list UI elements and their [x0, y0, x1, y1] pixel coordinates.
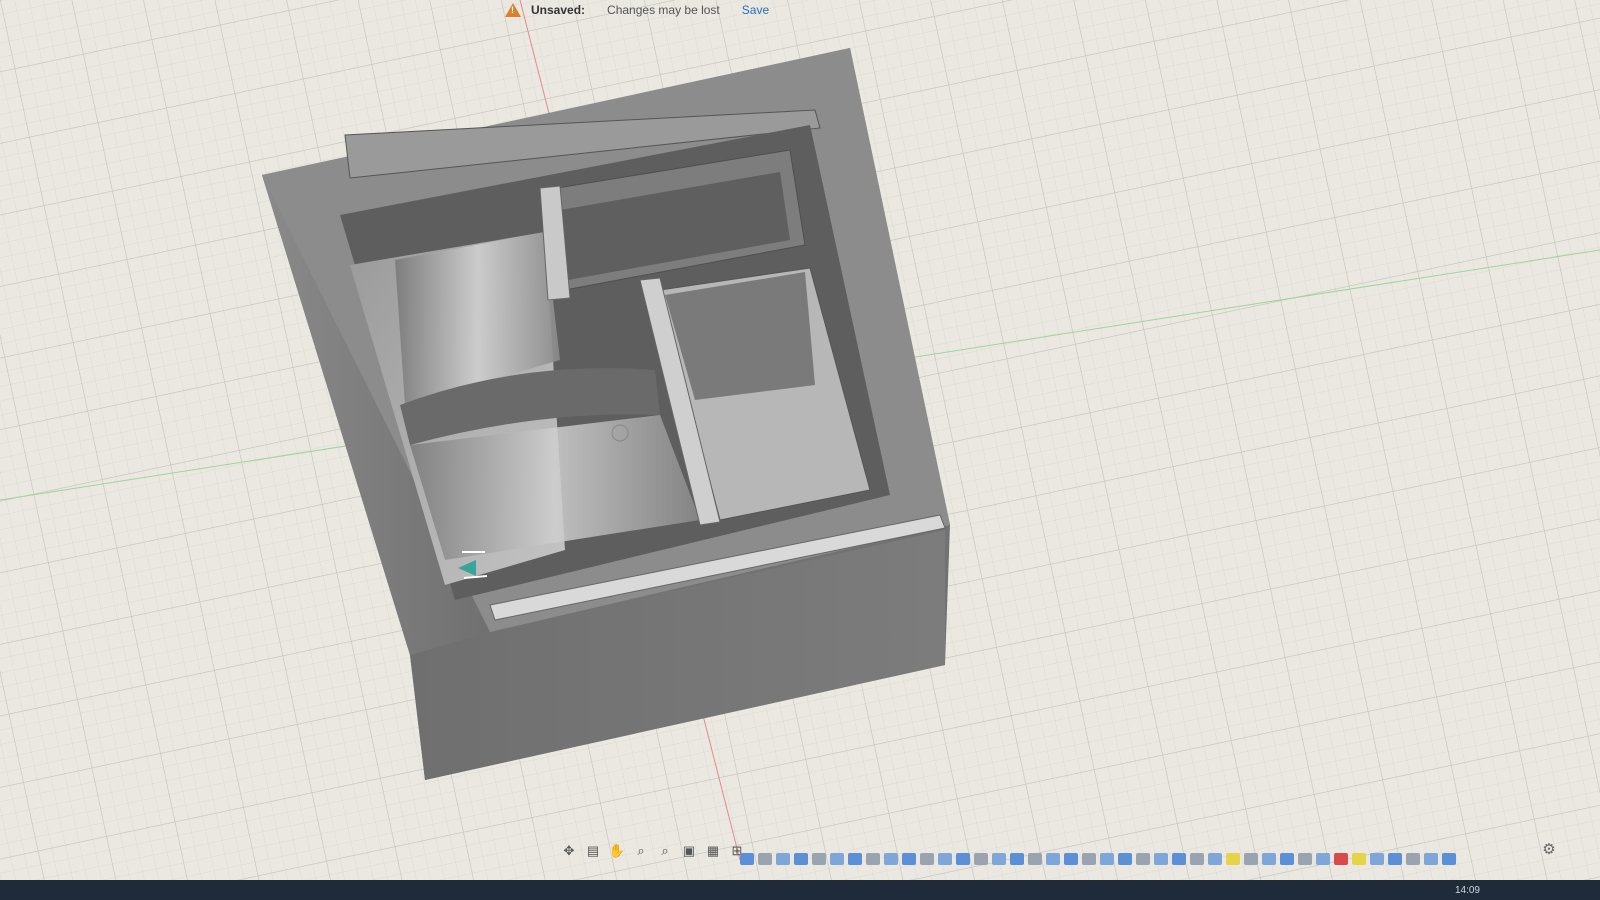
timeline-feature-icon[interactable]	[776, 853, 790, 865]
timeline-feature-icon[interactable]	[1064, 853, 1078, 865]
display-settings-icon[interactable]: ▣	[680, 843, 698, 859]
timeline-bar	[740, 848, 1460, 870]
zoom-icon[interactable]: ⌕	[632, 843, 650, 859]
timeline-feature-icon[interactable]	[740, 853, 754, 865]
timeline-feature-icon[interactable]	[1100, 853, 1114, 865]
timeline-feature-icon[interactable]	[1208, 853, 1222, 865]
design-canvas[interactable]	[0, 0, 1600, 900]
timeline-feature-icon[interactable]	[992, 853, 1006, 865]
timeline-feature-icon[interactable]	[1334, 853, 1348, 865]
timeline-feature-icon[interactable]	[1190, 853, 1204, 865]
timeline-feature-icon[interactable]	[1370, 853, 1384, 865]
timeline-feature-icon[interactable]	[974, 853, 988, 865]
timeline-feature-icon[interactable]	[1172, 853, 1186, 865]
grid-icon[interactable]: ▦	[704, 843, 722, 859]
pan-icon[interactable]: ✋	[608, 843, 626, 859]
gear-icon[interactable]: ⚙	[1540, 840, 1558, 858]
timeline-feature-icon[interactable]	[1316, 853, 1330, 865]
timeline-feature-icon[interactable]	[758, 853, 772, 865]
timeline-feature-icon[interactable]	[1010, 853, 1024, 865]
orbit-icon[interactable]: ✥	[560, 843, 578, 859]
timeline-feature-icon[interactable]	[1028, 853, 1042, 865]
unsaved-message: Changes may be lost	[607, 3, 720, 17]
timeline-feature-icon[interactable]	[884, 853, 898, 865]
look-at-icon[interactable]: ▤	[584, 843, 602, 859]
timeline-feature-icon[interactable]	[1244, 853, 1258, 865]
timeline-feature-icon[interactable]	[794, 853, 808, 865]
timeline-feature-icon[interactable]	[1226, 853, 1240, 865]
timeline-feature-icon[interactable]	[1118, 853, 1132, 865]
timeline-feature-icon[interactable]	[1298, 853, 1312, 865]
timeline-feature-icon[interactable]	[1280, 853, 1294, 865]
timeline-feature-icon[interactable]	[1136, 853, 1150, 865]
timeline-feature-icon[interactable]	[1388, 853, 1402, 865]
timeline-feature-icon[interactable]	[1046, 853, 1060, 865]
unsaved-label: Unsaved:	[531, 3, 586, 17]
timeline-feature-icon[interactable]	[902, 853, 916, 865]
navigation-bar: ✥ ▤ ✋ ⌕ ⌕ ▣ ▦ ⊞	[560, 840, 746, 862]
timeline-feature-icon[interactable]	[1352, 853, 1366, 865]
timeline-feature-icon[interactable]	[1406, 853, 1420, 865]
timeline-feature-icon[interactable]	[920, 853, 934, 865]
timeline-feature-icon[interactable]	[812, 853, 826, 865]
timeline-feature-icon[interactable]	[956, 853, 970, 865]
warning-icon: !	[505, 3, 521, 17]
unsaved-banner: ! Unsaved: Changes may be lost Save	[505, 0, 769, 20]
canvas-viewport[interactable]: ! Unsaved: Changes may be lost Save ✥ ▤ …	[0, 0, 1600, 900]
timeline-feature-icon[interactable]	[830, 853, 844, 865]
timeline-feature-icon[interactable]	[1442, 853, 1456, 865]
timeline-feature-icon[interactable]	[866, 853, 880, 865]
timeline-feature-icon[interactable]	[938, 853, 952, 865]
timeline-feature-icon[interactable]	[1262, 853, 1276, 865]
fit-icon[interactable]: ⌕	[656, 843, 674, 859]
save-link[interactable]: Save	[742, 3, 769, 17]
taskbar-clock: 14:09	[1454, 884, 1480, 896]
timeline-feature-icon[interactable]	[1424, 853, 1438, 865]
timeline-feature-icon[interactable]	[1082, 853, 1096, 865]
timeline-feature-icon[interactable]	[848, 853, 862, 865]
timeline-feature-icon[interactable]	[1154, 853, 1168, 865]
os-taskbar	[0, 880, 1600, 900]
